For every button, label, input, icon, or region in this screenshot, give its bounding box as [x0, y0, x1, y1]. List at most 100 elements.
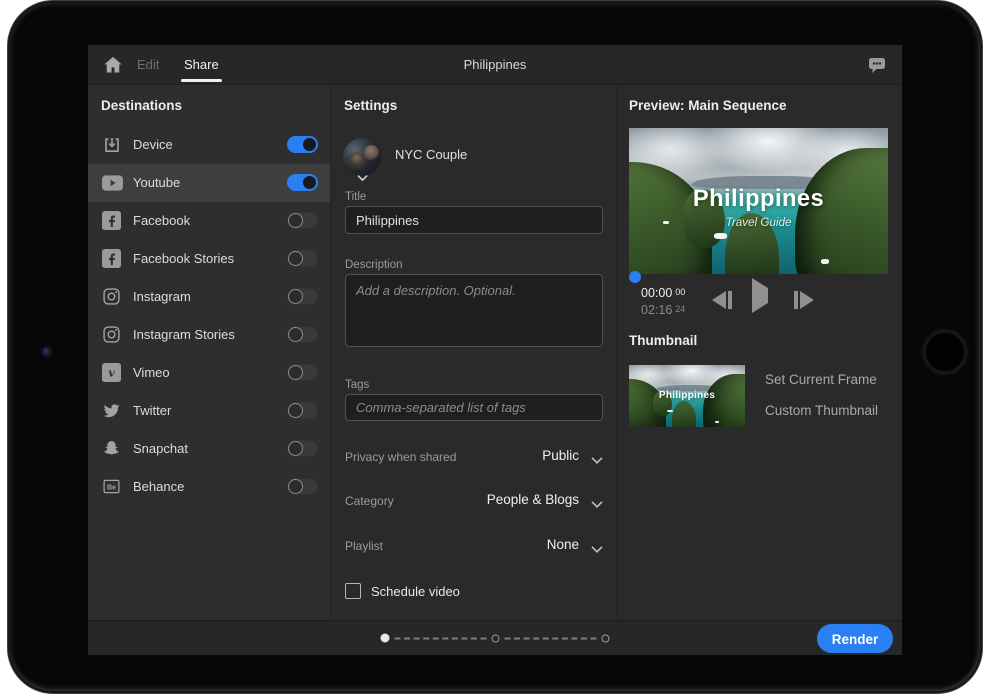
chevron-down-icon [591, 542, 603, 551]
behance-icon: Be [102, 477, 122, 497]
video-still: Philippines Travel Guide [629, 128, 888, 274]
instagram-icon [102, 325, 122, 345]
destinations-header: Destinations [101, 98, 182, 113]
vimeo-icon: v [102, 363, 122, 383]
tags-label: Tags [345, 379, 369, 391]
instagram-toggle[interactable] [287, 288, 318, 305]
destination-label: Device [133, 126, 173, 164]
privacy-dropdown[interactable]: Privacy when shared Public [345, 447, 603, 467]
instagram-stories-toggle[interactable] [287, 326, 318, 343]
category-value: People & Blogs [487, 492, 579, 507]
step-circle [602, 634, 610, 642]
destination-row-twitter[interactable]: Twitter [88, 392, 330, 430]
twitter-icon [102, 401, 122, 421]
thumbnail-preview[interactable]: Philippines [629, 365, 745, 427]
description-label: Description [345, 259, 403, 271]
account-name: NYC Couple [395, 147, 467, 162]
save-to-device-icon [102, 135, 122, 155]
next-frame-button[interactable] [794, 288, 814, 312]
current-timecode: 00:0000 [641, 286, 685, 300]
youtube-icon [102, 173, 122, 193]
playhead-handle[interactable] [629, 271, 641, 283]
privacy-value: Public [542, 448, 579, 463]
thumbnail-header: Thumbnail [629, 333, 697, 348]
step-active-dot [381, 634, 390, 643]
settings-header: Settings [344, 98, 397, 113]
facebook-icon [102, 211, 122, 231]
destination-label: Instagram [133, 278, 191, 316]
vimeo-toggle[interactable] [287, 364, 318, 381]
snapchat-toggle[interactable] [287, 440, 318, 457]
playlist-label: Playlist [345, 539, 383, 553]
chevron-down-icon [357, 170, 368, 178]
step-dash [395, 637, 487, 639]
previous-frame-button[interactable] [712, 288, 732, 312]
facebook-icon [102, 249, 122, 269]
share-progress-stepper [381, 634, 610, 643]
destination-label: Instagram Stories [133, 316, 235, 354]
render-button[interactable]: Render [817, 624, 893, 653]
destination-label: Facebook [133, 202, 190, 240]
step-circle [492, 634, 500, 642]
title-label: Title [345, 191, 366, 203]
instagram-icon [102, 287, 122, 307]
video-title-overlay: Philippines Travel Guide [629, 186, 888, 228]
chevron-down-icon [591, 497, 603, 506]
destination-label: Snapchat [133, 430, 188, 468]
video-preview[interactable]: Philippines Travel Guide [629, 128, 888, 274]
destinations-panel: Destinations Device Youtube Faceb [88, 85, 330, 620]
chevron-down-icon [591, 453, 603, 462]
privacy-label: Privacy when shared [345, 450, 456, 464]
destination-row-vimeo[interactable]: v Vimeo [88, 354, 330, 392]
facebook-toggle[interactable] [287, 212, 318, 229]
project-title: Philippines [88, 45, 902, 85]
feedback-icon[interactable] [866, 55, 888, 75]
tags-input[interactable] [345, 394, 603, 421]
destination-row-device[interactable]: Device [88, 126, 330, 164]
snapchat-icon [102, 439, 122, 459]
custom-thumbnail-button[interactable]: Custom Thumbnail [765, 403, 878, 418]
settings-panel: Settings NYC Couple Title Description Ta… [330, 85, 617, 620]
destination-label: Vimeo [133, 354, 170, 392]
schedule-label: Schedule video [371, 584, 460, 599]
destination-row-youtube[interactable]: Youtube [88, 164, 330, 202]
transport-controls [712, 288, 822, 312]
destination-row-facebook[interactable]: Facebook [88, 202, 330, 240]
preview-panel: Preview: Main Sequence Philippines Trave… [617, 85, 902, 620]
front-camera [42, 347, 52, 357]
behance-toggle[interactable] [287, 478, 318, 495]
destination-label: Facebook Stories [133, 240, 234, 278]
destination-row-instagram-stories[interactable]: Instagram Stories [88, 316, 330, 354]
step-dash [505, 637, 597, 639]
destination-label: Twitter [133, 392, 171, 430]
twitter-toggle[interactable] [287, 402, 318, 419]
svg-text:v: v [108, 366, 115, 379]
destination-label: Youtube [133, 164, 180, 202]
destination-row-instagram[interactable]: Instagram [88, 278, 330, 316]
thumbnail-title-overlay: Philippines [629, 390, 745, 401]
preview-header: Preview: Main Sequence [629, 98, 787, 113]
destination-row-behance[interactable]: Be Behance [88, 468, 330, 506]
play-button[interactable] [752, 288, 768, 312]
destination-row-snapchat[interactable]: Snapchat [88, 430, 330, 468]
duration-timecode: 02:1624 [641, 303, 685, 317]
destination-row-facebook-stories[interactable]: Facebook Stories [88, 240, 330, 278]
bottom-bar: Render [88, 620, 902, 655]
schedule-checkbox[interactable] [345, 583, 361, 599]
device-toggle[interactable] [287, 136, 318, 153]
destination-label: Behance [133, 468, 184, 506]
thumbnail-still: Philippines [629, 365, 745, 427]
youtube-toggle[interactable] [287, 174, 318, 191]
home-button[interactable] [923, 330, 967, 374]
description-textarea[interactable] [345, 274, 603, 347]
svg-text:Be: Be [107, 484, 116, 492]
title-input[interactable] [345, 206, 603, 234]
playlist-value: None [547, 537, 579, 552]
facebook-stories-toggle[interactable] [287, 250, 318, 267]
set-current-frame-button[interactable]: Set Current Frame [765, 372, 877, 387]
category-label: Category [345, 494, 394, 508]
page: Edit Share Philippines Destinations Devi… [0, 0, 990, 700]
app-screen: Edit Share Philippines Destinations Devi… [88, 45, 902, 655]
category-dropdown[interactable]: Category People & Blogs [345, 491, 603, 511]
playlist-dropdown[interactable]: Playlist None [345, 536, 603, 556]
